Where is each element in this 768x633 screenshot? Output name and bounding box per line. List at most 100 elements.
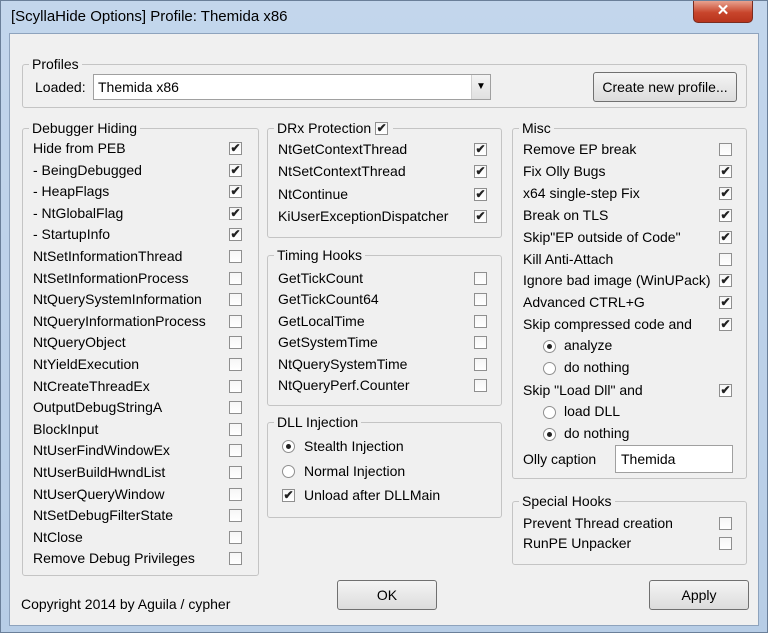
drx-protection-checkbox[interactable]: ✔ [375, 122, 389, 135]
misc-item-checkbox[interactable] [719, 143, 732, 156]
load-dll-do-nothing-radio[interactable] [543, 428, 556, 441]
stealth-injection-label[interactable]: Stealth Injection [304, 436, 404, 456]
debugger-hiding-item-checkbox[interactable]: ✔ [229, 228, 242, 242]
create-profile-button[interactable]: Create new profile... [593, 72, 737, 102]
normal-injection-label[interactable]: Normal Injection [304, 461, 405, 481]
drx-item-checkbox[interactable]: ✔ [474, 143, 487, 156]
timing-hooks-item-label[interactable]: NtQuerySystemTime [278, 354, 407, 374]
debugger-hiding-item-label[interactable]: NtUserQueryWindow [33, 484, 164, 504]
debugger-hiding-item-checkbox[interactable]: ✔ [229, 185, 242, 199]
debugger-hiding-item-label[interactable]: - BeingDebugged [33, 160, 142, 180]
misc-item-label[interactable]: Remove EP break [523, 139, 636, 159]
debugger-hiding-item-label[interactable]: - StartupInfo [33, 224, 110, 244]
debugger-hiding-item-label[interactable]: - NtGlobalFlag [33, 203, 123, 223]
timing-hooks-item-checkbox[interactable] [474, 272, 487, 285]
debugger-hiding-item-label[interactable]: NtQueryObject [33, 332, 126, 352]
close-button[interactable]: ✕ [693, 1, 753, 23]
debugger-hiding-item-label[interactable]: NtClose [33, 527, 83, 547]
unload-after-dllmain-checkbox[interactable]: ✔ [282, 489, 295, 502]
drx-item-checkbox[interactable]: ✔ [474, 165, 487, 179]
drx-item-checkbox[interactable]: ✔ [474, 210, 487, 224]
timing-hooks-item-label[interactable]: NtQueryPerf.Counter [278, 375, 410, 395]
unload-after-dllmain-label[interactable]: Unload after DLLMain [304, 485, 440, 505]
timing-hooks-item-label[interactable]: GetSystemTime [278, 332, 378, 352]
debugger-hiding-item-checkbox[interactable] [229, 314, 242, 328]
debugger-hiding-item-label[interactable]: - HeapFlags [33, 181, 109, 201]
normal-injection-radio[interactable] [282, 465, 295, 478]
misc-item-label[interactable]: Ignore bad image (WinUPack) [523, 270, 711, 290]
compressed-do-nothing-radio[interactable] [543, 362, 556, 375]
special-hooks-item-checkbox[interactable] [719, 517, 732, 530]
misc-item-checkbox[interactable]: ✔ [719, 186, 732, 200]
debugger-hiding-item-checkbox[interactable] [229, 250, 242, 263]
timing-hooks-item-checkbox[interactable] [474, 357, 487, 371]
debugger-hiding-item-checkbox[interactable] [229, 401, 242, 415]
timing-hooks-item-checkbox[interactable] [474, 314, 487, 328]
timing-hooks-item-checkbox[interactable] [474, 293, 487, 307]
misc-item-checkbox[interactable]: ✔ [719, 230, 732, 244]
misc-item-checkbox[interactable] [719, 252, 732, 266]
drx-item-label[interactable]: NtSetContextThread [278, 161, 406, 181]
stealth-injection-radio[interactable] [282, 440, 295, 453]
debugger-hiding-item-checkbox[interactable] [229, 487, 242, 501]
debugger-hiding-item-checkbox[interactable] [229, 509, 242, 523]
debugger-hiding-item-checkbox[interactable]: ✔ [229, 206, 242, 220]
misc-item-checkbox[interactable]: ✔ [719, 296, 732, 310]
analyze-radio[interactable] [543, 340, 556, 353]
misc-item-checkbox[interactable]: ✔ [719, 164, 732, 178]
debugger-hiding-item-checkbox[interactable] [229, 358, 242, 371]
special-hooks-item-label[interactable]: Prevent Thread creation [523, 513, 673, 533]
debugger-hiding-item-checkbox[interactable] [229, 552, 242, 566]
debugger-hiding-item-label[interactable]: NtSetInformationProcess [33, 268, 189, 288]
misc-item-checkbox[interactable]: ✔ [719, 208, 732, 222]
debugger-hiding-item-checkbox[interactable]: ✔ [229, 163, 242, 177]
debugger-hiding-item-checkbox[interactable] [229, 444, 242, 458]
debugger-hiding-item-label[interactable]: Remove Debug Privileges [33, 548, 195, 568]
special-hooks-item-checkbox[interactable] [719, 537, 732, 550]
debugger-hiding-item-checkbox[interactable] [229, 422, 242, 436]
profile-select[interactable]: Themida x86 ▼ [93, 74, 491, 100]
misc-item-checkbox[interactable]: ✔ [719, 318, 732, 332]
debugger-hiding-item-label[interactable]: NtSetInformationThread [33, 246, 182, 266]
debugger-hiding-item-label[interactable]: NtCreateThreadEx [33, 376, 150, 396]
misc-item-label[interactable]: Fix Olly Bugs [523, 161, 605, 181]
debugger-hiding-item-label[interactable]: NtSetDebugFilterState [33, 505, 173, 525]
drx-item-checkbox[interactable]: ✔ [474, 187, 487, 201]
timing-hooks-item-label[interactable]: GetTickCount64 [278, 289, 379, 309]
skip-load-dll-checkbox[interactable]: ✔ [719, 384, 732, 397]
debugger-hiding-item-label[interactable]: NtQueryInformationProcess [33, 311, 206, 331]
debugger-hiding-item-label[interactable]: OutputDebugStringA [33, 397, 162, 417]
olly-caption-input[interactable]: Themida [615, 445, 733, 473]
load-dll-label[interactable]: load DLL [564, 401, 620, 421]
timing-hooks-item-label[interactable]: GetTickCount [278, 268, 363, 288]
timing-hooks-item-checkbox[interactable] [474, 336, 487, 350]
debugger-hiding-item-label[interactable]: Hide from PEB [33, 138, 126, 158]
debugger-hiding-item-checkbox[interactable]: ✔ [229, 142, 242, 155]
drx-item-label[interactable]: NtContinue [278, 184, 348, 204]
debugger-hiding-item-checkbox[interactable] [229, 466, 242, 479]
drx-item-label[interactable]: NtGetContextThread [278, 139, 407, 159]
debugger-hiding-item-checkbox[interactable] [229, 271, 242, 285]
misc-item-checkbox[interactable]: ✔ [719, 274, 732, 288]
debugger-hiding-item-label[interactable]: NtYieldExecution [33, 354, 139, 374]
analyze-label[interactable]: analyze [564, 335, 612, 355]
debugger-hiding-item-label[interactable]: NtUserBuildHwndList [33, 462, 165, 482]
debugger-hiding-item-label[interactable]: BlockInput [33, 419, 98, 439]
ok-button[interactable]: OK [337, 580, 437, 610]
drx-item-label[interactable]: KiUserExceptionDispatcher [278, 206, 448, 226]
debugger-hiding-item-label[interactable]: NtUserFindWindowEx [33, 440, 170, 460]
debugger-hiding-item-checkbox[interactable] [229, 379, 242, 393]
misc-item-label[interactable]: Kill Anti-Attach [523, 249, 613, 269]
apply-button[interactable]: Apply [649, 580, 749, 610]
debugger-hiding-item-checkbox[interactable] [229, 293, 242, 307]
timing-hooks-item-checkbox[interactable] [474, 379, 487, 392]
load-dll-radio[interactable] [543, 406, 556, 419]
skip-load-dll-label[interactable]: Skip "Load Dll" and [523, 380, 643, 400]
debugger-hiding-item-label[interactable]: NtQuerySystemInformation [33, 289, 202, 309]
timing-hooks-item-label[interactable]: GetLocalTime [278, 311, 365, 331]
special-hooks-item-label[interactable]: RunPE Unpacker [523, 533, 631, 553]
misc-item-label[interactable]: x64 single-step Fix [523, 183, 640, 203]
debugger-hiding-item-checkbox[interactable] [229, 336, 242, 350]
misc-item-label[interactable]: Break on TLS [523, 205, 608, 225]
title-bar[interactable]: [ScyllaHide Options] Profile: Themida x8… [1, 1, 767, 33]
